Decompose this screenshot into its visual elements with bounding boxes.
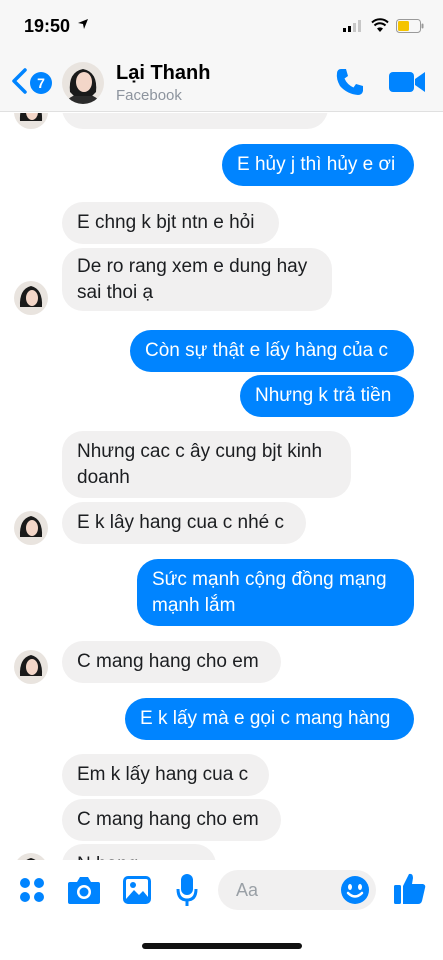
status-time: 19:50 bbox=[24, 16, 71, 36]
sender-avatar bbox=[14, 853, 48, 860]
location-arrow-icon bbox=[78, 19, 88, 29]
thumbs-up-icon[interactable] bbox=[393, 871, 427, 905]
status-bar: 19:50 bbox=[0, 0, 443, 50]
message-thread[interactable]: làm vơ c E hủy j thì hủy e ơi E chng k b… bbox=[0, 113, 443, 860]
sender-avatar bbox=[14, 650, 48, 684]
message-incoming[interactable]: De ro rang xem e dung hay sai thoi ạ bbox=[62, 248, 332, 311]
unread-count-badge: 7 bbox=[30, 72, 52, 94]
message-incoming[interactable]: N hang bbox=[62, 844, 216, 860]
message-input-placeholder: Aa bbox=[236, 880, 259, 900]
back-button[interactable]: 7 bbox=[8, 64, 54, 98]
photo-icon[interactable] bbox=[122, 875, 152, 905]
apps-icon[interactable] bbox=[18, 876, 46, 904]
conversation-header: 7 Lại Thanh Facebook bbox=[0, 50, 443, 112]
video-call-icon[interactable] bbox=[388, 68, 426, 96]
message-outgoing[interactable]: Còn sự thật e lấy hàng của c bbox=[130, 330, 414, 372]
home-indicator[interactable] bbox=[142, 943, 302, 949]
cellular-signal-icon bbox=[343, 20, 361, 32]
message-incoming[interactable]: E chng k bjt ntn e hỏi bbox=[62, 202, 279, 244]
chevron-left-icon bbox=[12, 68, 27, 94]
message-incoming[interactable]: Em k lấy hang cua c bbox=[62, 754, 269, 796]
phone-call-icon[interactable] bbox=[334, 66, 366, 98]
message-incoming[interactable]: C mang hang cho em bbox=[62, 799, 281, 841]
message-incoming[interactable]: làm vơ c bbox=[62, 113, 328, 129]
contact-avatar[interactable] bbox=[62, 62, 104, 104]
message-composer: Aa bbox=[0, 860, 443, 960]
microphone-icon[interactable] bbox=[176, 873, 198, 907]
camera-icon[interactable] bbox=[67, 875, 101, 905]
battery-icon bbox=[396, 19, 424, 33]
message-outgoing[interactable]: Sức mạnh cộng đồng mạng mạnh lắm bbox=[137, 559, 414, 626]
sender-avatar bbox=[14, 113, 48, 129]
message-incoming[interactable]: E k lây hang cua c nhé c bbox=[62, 502, 306, 544]
message-incoming[interactable]: Nhưng cac c ây cung bjt kinh doanh bbox=[62, 431, 351, 498]
message-incoming[interactable]: C mang hang cho em bbox=[62, 641, 281, 683]
message-outgoing[interactable]: E k lấy mà e gọi c mang hàng bbox=[125, 698, 414, 740]
message-outgoing[interactable]: Nhưng k trả tiền bbox=[240, 375, 414, 417]
sender-avatar bbox=[14, 511, 48, 545]
message-outgoing[interactable]: E hủy j thì hủy e ơi bbox=[222, 144, 414, 186]
wifi-icon bbox=[371, 18, 389, 32]
contact-subtitle: Facebook bbox=[116, 87, 182, 104]
contact-name: Lại Thanh bbox=[116, 62, 211, 84]
sender-avatar bbox=[14, 281, 48, 315]
emoji-icon[interactable] bbox=[340, 875, 370, 905]
